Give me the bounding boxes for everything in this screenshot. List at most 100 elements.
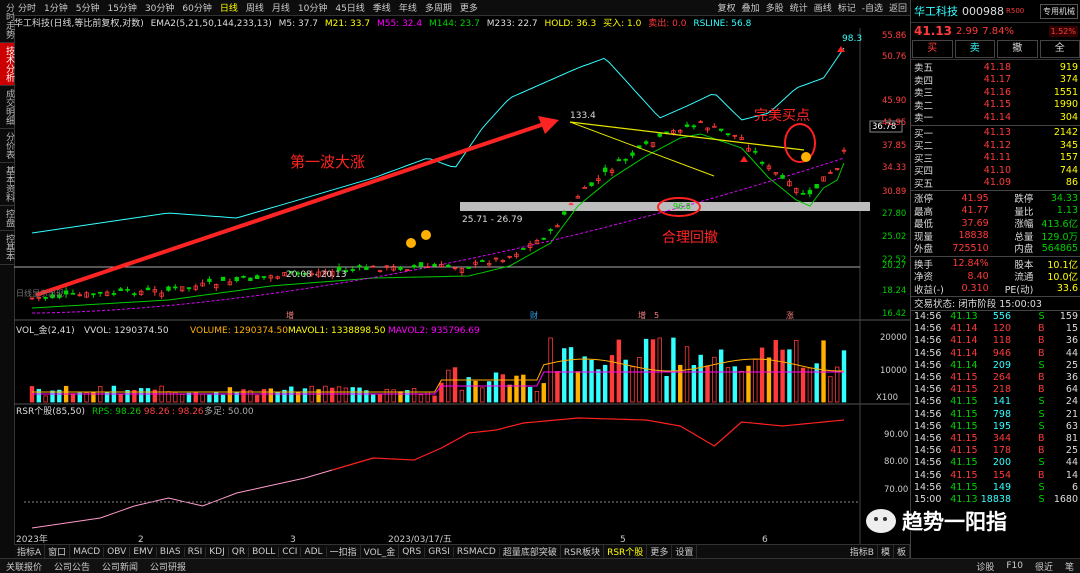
rsr-name[interactable]: RSR个股(85,50) <box>16 406 85 417</box>
tick-list[interactable]: 14:5641.13556S15914:5641.14120B1514:5641… <box>911 311 1080 506</box>
volume-bar <box>699 355 703 402</box>
ind-tab[interactable]: 指标A <box>14 545 45 558</box>
ind-tab-active[interactable]: RSR个股 <box>604 545 647 558</box>
ind-tab[interactable]: VOL_金 <box>361 545 400 558</box>
period-8[interactable]: 周线 <box>242 1 268 14</box>
status-item[interactable]: F10 <box>1000 561 1029 571</box>
tool-biaoji[interactable]: 标记 <box>835 1 859 14</box>
tool-zixuan[interactable]: -自选 <box>859 1 886 14</box>
vtab-5[interactable]: 控盘 <box>0 206 14 231</box>
stat-row-cell: 收益(-) <box>914 282 944 296</box>
ind-tab[interactable]: CCI <box>279 547 301 557</box>
volume-bar <box>719 350 723 402</box>
period-2[interactable]: 1分钟 <box>40 1 72 14</box>
ind-tab[interactable]: 超量底部突破 <box>500 545 561 558</box>
period-4[interactable]: 15分钟 <box>103 1 140 14</box>
volume-bar <box>71 394 75 402</box>
ind-tab[interactable]: MACD <box>70 547 104 557</box>
tick-row-cell: 81 <box>1045 433 1079 444</box>
status-item[interactable]: 诊股 <box>970 560 1000 573</box>
candle-body <box>208 279 212 281</box>
ind-tab[interactable]: RSR板块 <box>561 545 604 558</box>
cancel-button[interactable]: 撤 <box>997 40 1038 58</box>
tick-row-cell: B <box>1011 335 1045 346</box>
sector-badge[interactable]: 专用机械 <box>1040 4 1078 19</box>
tool-fuquan[interactable]: 复权 <box>715 1 739 14</box>
period-12[interactable]: 季线 <box>369 1 395 14</box>
buy-signal-icon <box>406 238 416 248</box>
ind-tab[interactable]: BOLL <box>249 547 279 557</box>
candle-body <box>419 263 423 266</box>
all-button[interactable]: 全 <box>1040 40 1080 58</box>
status-item[interactable]: 公司公告 <box>48 560 96 573</box>
tool-huaxian[interactable]: 画线 <box>811 1 835 14</box>
vtab-1[interactable]: 技术分析 <box>0 43 14 86</box>
bid-row: 买三41.11157 <box>911 152 1080 165</box>
ind-tab[interactable]: KDJ <box>206 547 229 557</box>
stat-row-cell: 41.95 <box>944 193 989 204</box>
tool-tongji[interactable]: 统计 <box>787 1 811 14</box>
period-6[interactable]: 60分钟 <box>178 1 215 14</box>
ema-label[interactable]: EMA2(5,21,50,144,233,13) <box>151 19 272 28</box>
period-9[interactable]: 月线 <box>268 1 294 14</box>
ind-tab[interactable]: ADL <box>301 547 326 557</box>
tool-duogu[interactable]: 多股 <box>763 1 787 14</box>
ind-tab[interactable]: 更多 <box>647 545 672 558</box>
period-3[interactable]: 5分钟 <box>72 1 104 14</box>
period-13[interactable]: 年线 <box>395 1 421 14</box>
annotation-wave: 第一波大涨 <box>290 153 365 171</box>
status-item[interactable]: 公司新闻 <box>96 560 144 573</box>
period-15[interactable]: 更多 <box>456 1 482 14</box>
tick-row-cell: 149 <box>978 482 1012 493</box>
status-item[interactable]: 很近 <box>1029 560 1059 573</box>
ind-tab[interactable]: RSI <box>185 547 207 557</box>
period-10[interactable]: 10分钟 <box>294 1 331 14</box>
ind-tab[interactable]: RSMACD <box>454 547 500 557</box>
ind-tab[interactable]: GRSI <box>425 547 454 557</box>
ind-tab[interactable]: 板 <box>894 545 910 558</box>
vtab-6[interactable]: 控基本 <box>0 231 14 265</box>
period-11[interactable]: 45日线 <box>331 1 368 14</box>
volume-bar <box>562 349 566 402</box>
stat-row-cell: 10.0亿 <box>1033 269 1078 283</box>
vtab-3[interactable]: 分价表 <box>0 129 14 163</box>
ind-tab[interactable]: 窗口 <box>45 545 70 558</box>
ind-tab[interactable]: 模 <box>878 545 894 558</box>
tick-row-cell: 14:56 <box>914 348 944 359</box>
tool-fanhui[interactable]: 返回 <box>886 1 910 14</box>
tick-row: 14:5641.15344B81 <box>911 432 1080 444</box>
period-7[interactable]: 日线 <box>216 1 242 14</box>
buy-button[interactable]: 买 <box>912 40 953 58</box>
volume-bar <box>624 360 628 402</box>
volume-bar <box>672 338 676 402</box>
stat-row: 收益(-)0.310PE(动)33.6 <box>911 283 1080 296</box>
vtab-4[interactable]: 基本资料 <box>0 163 14 206</box>
status-item[interactable]: 关联报价 <box>0 560 48 573</box>
ind-tab[interactable]: EMV <box>130 547 157 557</box>
period-1[interactable]: 分时 <box>14 1 40 14</box>
volume-bar <box>774 340 778 402</box>
tick-row-cell: 14:56 <box>914 323 944 334</box>
vtab-2[interactable]: 成交明细 <box>0 86 14 129</box>
vol-name[interactable]: VOL_金(2,41) <box>16 324 75 336</box>
chart-canvas[interactable]: 第一波大涨 合理回撤 完美买点 20.08 - 20.13 25.71 - 26… <box>14 28 910 544</box>
candle-body <box>262 277 266 278</box>
ind-tab[interactable]: 设置 <box>672 545 697 558</box>
sell-button[interactable]: 卖 <box>955 40 996 58</box>
ind-tab[interactable]: 一扣指 <box>327 545 361 558</box>
ind-tab[interactable]: QRS <box>399 547 425 557</box>
tick-row-cell: 25 <box>1045 360 1079 371</box>
status-item[interactable]: 公司研报 <box>144 560 192 573</box>
date-axis: 2023年 2 3 2023/03/17/五 5 6 <box>16 533 768 544</box>
vtab-0[interactable]: 分时走势 <box>0 0 14 43</box>
tool-diejia[interactable]: 叠加 <box>739 1 763 14</box>
status-item[interactable]: 笔 <box>1059 560 1080 573</box>
period-14[interactable]: 多周期 <box>421 1 456 14</box>
period-5[interactable]: 30分钟 <box>141 1 178 14</box>
ind-tab[interactable]: BIAS <box>157 547 185 557</box>
tick-row: 14:5641.15178B25 <box>911 445 1080 457</box>
ind-tab[interactable]: QR <box>229 547 249 557</box>
ind-tab[interactable]: 指标B <box>847 545 878 558</box>
rsr-tick: 70.00 <box>884 485 908 495</box>
ind-tab[interactable]: OBV <box>104 547 130 557</box>
